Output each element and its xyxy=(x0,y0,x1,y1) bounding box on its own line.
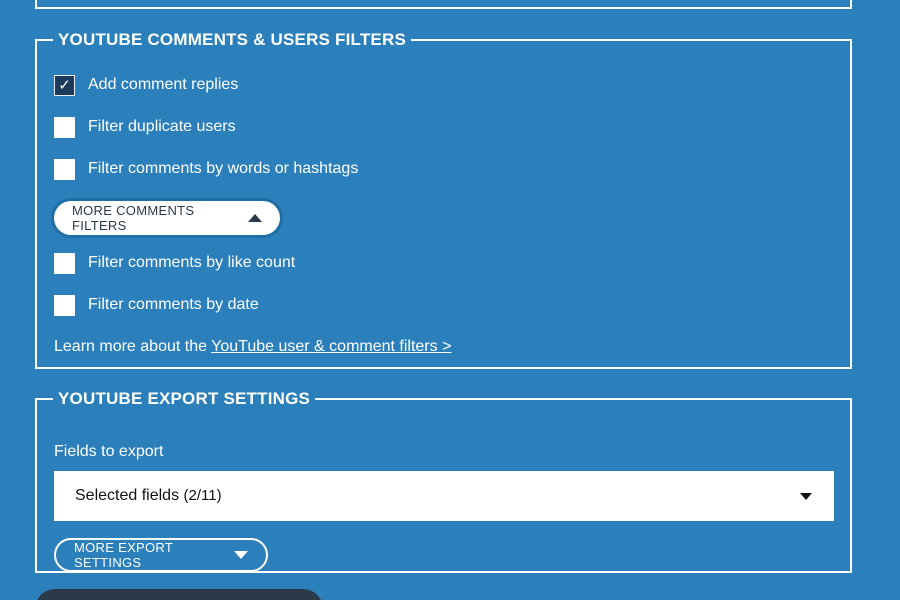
comments-filters-title: YOUTUBE COMMENTS & USERS FILTERS xyxy=(58,30,406,49)
learn-more-prefix: Learn more about the xyxy=(54,338,212,355)
fields-to-export-select[interactable]: Selected fields (2/11) xyxy=(54,471,834,521)
comments-filters-section: YOUTUBE COMMENTS & USERS FILTERS ✓ Add c… xyxy=(35,30,852,369)
fields-to-export-label: Fields to export xyxy=(54,443,164,460)
option-label: Add comment replies xyxy=(88,76,239,93)
option-label: Filter duplicate users xyxy=(88,118,236,135)
more-export-settings-label: MORE EXPORT SETTINGS xyxy=(74,540,173,570)
option-add-comment-replies[interactable]: ✓ Add comment replies xyxy=(54,74,238,96)
more-export-settings-button[interactable]: MORE EXPORT SETTINGS xyxy=(54,538,268,572)
select-value-text: Selected fields xyxy=(75,487,180,504)
option-filter-duplicate-users[interactable]: Filter duplicate users xyxy=(54,116,236,138)
filter-by-words-checkbox[interactable] xyxy=(54,158,75,180)
more-comments-filters-label: MORE COMMENTS FILTERS xyxy=(72,203,195,233)
option-filter-by-date[interactable]: Filter comments by date xyxy=(54,294,259,316)
option-label: Filter comments by words or hashtags xyxy=(88,160,359,177)
caret-down-icon xyxy=(800,492,812,500)
previous-section-panel xyxy=(35,0,852,9)
filter-by-date-checkbox[interactable] xyxy=(54,294,75,316)
page: YOUTUBE COMMENTS & USERS FILTERS ✓ Add c… xyxy=(0,0,900,600)
option-label: Filter comments by date xyxy=(88,296,259,313)
export-settings-section: YOUTUBE EXPORT SETTINGS Fields to export… xyxy=(35,389,852,573)
select-value: Selected fields (2/11) xyxy=(75,487,222,505)
learn-more-line: Learn more about the YouTube user & comm… xyxy=(54,338,451,356)
more-comments-filters-button[interactable]: MORE COMMENTS FILTERS xyxy=(54,201,280,235)
option-filter-by-words[interactable]: Filter comments by words or hashtags xyxy=(54,158,358,180)
filter-duplicate-users-checkbox[interactable] xyxy=(54,116,75,138)
select-count: (2/11) xyxy=(183,487,222,504)
filters-help-link[interactable]: YouTube user & comment filters > xyxy=(211,338,451,355)
export-settings-title: YOUTUBE EXPORT SETTINGS xyxy=(58,389,311,408)
submit-button[interactable] xyxy=(35,589,323,600)
triangle-up-icon xyxy=(248,214,262,222)
checkmark-icon: ✓ xyxy=(58,76,71,94)
filter-by-like-count-checkbox[interactable] xyxy=(54,252,75,274)
option-filter-by-like-count[interactable]: Filter comments by like count xyxy=(54,252,295,274)
option-label: Filter comments by like count xyxy=(88,254,296,271)
triangle-down-icon xyxy=(234,551,248,559)
add-comment-replies-checkbox[interactable]: ✓ xyxy=(54,74,75,96)
